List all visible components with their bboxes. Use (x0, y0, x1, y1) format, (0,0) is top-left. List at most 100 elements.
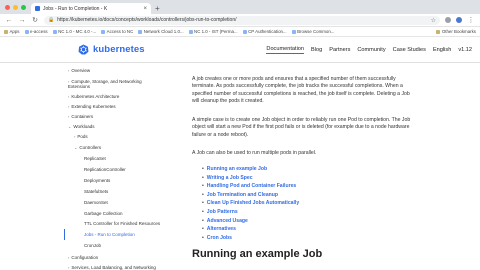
toc-link[interactable]: Clean Up Finished Jobs Automatically (202, 199, 299, 208)
intro-line: terminate. As pods successfully complete… (192, 83, 403, 90)
bookmark-icon (52, 29, 57, 34)
bookmark-item[interactable]: e-access (24, 29, 48, 34)
sidebar-item-label: TTL Controller for Finished Resources (84, 221, 161, 226)
chevron-right-icon: › (68, 255, 70, 260)
sidebar-item[interactable]: StatefulSets (84, 189, 108, 194)
sidebar-item[interactable]: › Services, Load Balancing, and Networkin… (68, 265, 156, 270)
profile-avatar-icon[interactable] (456, 17, 462, 23)
nav-blog[interactable]: Blog (311, 47, 322, 53)
sidebar-item-label: Overview (71, 68, 91, 73)
sidebar-item[interactable]: ReplicaSet (84, 156, 106, 161)
toc-link[interactable]: Job Patterns (202, 208, 299, 217)
chevron-right-icon: › (68, 114, 70, 119)
browser-tab[interactable]: Jobs - Run to Completion - K × (31, 3, 151, 14)
sidebar-item[interactable]: Garbage Collection (84, 211, 123, 216)
bookmark-label: Browse Common... (297, 29, 335, 34)
nav-case-studies[interactable]: Case Studies (393, 47, 426, 53)
tab-close-icon[interactable]: × (143, 6, 147, 12)
sidebar-item-label: Jobs - Run to Completion (84, 232, 135, 237)
bookmark-icon (436, 29, 441, 34)
site-logo[interactable]: kubernetes (78, 44, 145, 55)
bookmark-item[interactable]: Network Cloud 1.0... (138, 29, 184, 34)
bookmark-item[interactable]: Access to NC (101, 29, 133, 34)
sidebar-item[interactable]: › Overview (68, 68, 90, 73)
bookmark-item[interactable]: CP Authentication... (242, 29, 287, 34)
sidebar-item-label: Extensions (68, 84, 91, 89)
bookmark-icon (4, 29, 8, 34)
maximize-window-button[interactable] (21, 5, 26, 10)
toc-link[interactable]: Writing a Job Spec (202, 174, 299, 183)
nav-community[interactable]: Community (357, 47, 385, 53)
sidebar-item-label: Configuration (71, 255, 99, 260)
sidebar-active-indicator (64, 229, 65, 240)
sidebar-item[interactable]: › Configuration (68, 255, 98, 260)
sidebar-item[interactable]: › Pods (74, 134, 88, 139)
sidebar-item[interactable]: › Kubernetes Architecture (68, 94, 119, 99)
sidebar-item[interactable]: ⌄ Workloads (68, 124, 95, 129)
bookmark-star-icon[interactable]: ☆ (431, 17, 436, 24)
browser-tab-bar: Jobs - Run to Completion - K × + (0, 0, 480, 14)
sidebar-item-label: ReplicaSet (84, 156, 106, 161)
reload-icon[interactable]: ↻ (31, 16, 39, 24)
bookmark-label: Network Cloud 1.0... (143, 29, 184, 34)
back-icon[interactable]: ← (5, 17, 13, 24)
sidebar-item-label: Deployments (84, 178, 111, 183)
sidebar-item-label: DaemonSet (84, 200, 108, 205)
section-heading: Running an example Job (192, 248, 323, 260)
bookmark-icon (24, 29, 29, 34)
sidebar-item[interactable]: TTL Controller for Finished Resources (84, 221, 160, 226)
sidebar-item-label: Pods (77, 134, 88, 139)
bookmark-icon (291, 29, 296, 34)
toc-link[interactable]: Cron Jobs (202, 234, 299, 243)
bookmark-item[interactable]: NC 1.0 - MC 4.0 -... (52, 29, 96, 34)
sidebar-item[interactable]: Deployments (84, 178, 110, 183)
brand-name: kubernetes (93, 44, 145, 55)
sidebar-item-label: StatefulSets (84, 189, 109, 194)
close-window-button[interactable] (5, 5, 10, 10)
lock-icon: 🔒 (48, 17, 55, 23)
nav-partners[interactable]: Partners (329, 47, 350, 53)
toc-link[interactable]: Running an example Job (202, 165, 299, 174)
bookmark-icon (188, 29, 193, 34)
sidebar-item[interactable]: › Containers (68, 114, 93, 119)
sidebar-item[interactable]: DaemonSet (84, 200, 108, 205)
bookmark-label: CP Authentication... (248, 29, 287, 34)
bookmark-item[interactable]: Apps (4, 29, 20, 34)
nav-version[interactable]: v1.12 (458, 47, 472, 53)
extension-icon[interactable] (445, 17, 451, 23)
sidebar-item-label: Containers (71, 114, 94, 119)
parallel-paragraph: A Job can also be used to run multiple p… (192, 150, 444, 157)
window-controls (0, 5, 31, 14)
toc-link[interactable]: Advanced Usage (202, 217, 299, 226)
new-tab-button[interactable]: + (151, 4, 164, 14)
sidebar-item[interactable]: ReplicationController (84, 167, 126, 172)
sidebar-item[interactable]: Extensions (68, 84, 90, 89)
simple-case-line: failure or a node reboot). (192, 131, 249, 138)
toc-link[interactable]: Alternatives (202, 225, 299, 234)
toc-link[interactable]: Job Termination and Cleanup (202, 191, 299, 200)
bookmark-icon (242, 29, 247, 34)
address-bar-row: ← → ↻ 🔒 https://kubernetes.io/docs/conce… (0, 14, 480, 27)
bookmark-item[interactable]: Browse Common... (291, 29, 335, 34)
intro-paragraph: A job creates one or more pods and ensur… (192, 76, 444, 105)
sidebar-item[interactable]: › Extending Kubernetes (68, 104, 116, 109)
toc-link[interactable]: Handling Pod and Container Failures (202, 182, 299, 191)
url-input[interactable]: 🔒 https://kubernetes.io/docs/concepts/wo… (44, 15, 440, 25)
intro-line: A job creates one or more pods and ensur… (192, 76, 396, 82)
minimize-window-button[interactable] (13, 5, 18, 10)
menu-kebab-icon[interactable]: ⋮ (467, 16, 475, 24)
sidebar-item[interactable]: Jobs - Run to Completion (84, 232, 135, 237)
nav-documentation[interactable]: Documentation (266, 46, 305, 54)
bookmark-item[interactable]: Other Bookmarks (436, 29, 476, 34)
chevron-right-icon: › (68, 265, 70, 270)
nav-language[interactable]: English (433, 47, 451, 53)
bookmark-icon (138, 29, 143, 34)
forward-icon[interactable]: → (18, 17, 26, 24)
simple-case-line: A simple case is to create one Job objec… (192, 117, 411, 123)
sidebar-item[interactable]: ⌄ Controllers (74, 145, 101, 150)
sidebar-item[interactable]: CronJob (84, 243, 101, 248)
sidebar-item-label: Kubernetes Architecture (71, 94, 120, 99)
bookmark-item[interactable]: NC 1.0 - IST (Perma... (188, 29, 238, 34)
table-of-contents: Running an example JobWriting a Job Spec… (202, 165, 299, 242)
simple-case-line: object will start a new Pod if the first… (192, 124, 410, 131)
